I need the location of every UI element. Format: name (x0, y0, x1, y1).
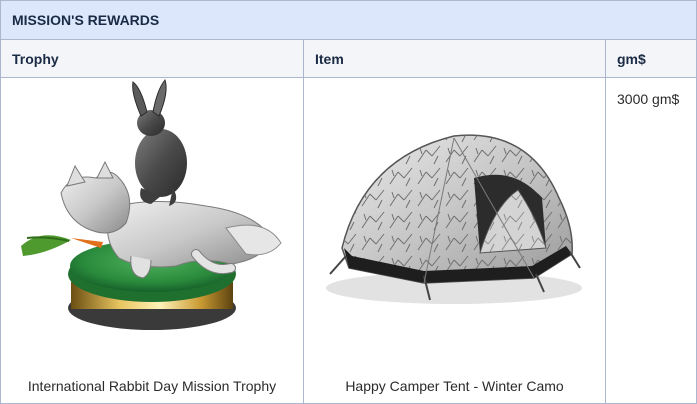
column-header-trophy: Trophy (1, 40, 303, 78)
tent-image (326, 134, 582, 304)
rewards-title: MISSION'S REWARDS (1, 1, 696, 40)
rabbit-trophy-image (21, 78, 282, 330)
trophy-name: International Rabbit Day Mission Trophy (27, 378, 277, 394)
currency-cell: 3000 gm$ (606, 78, 696, 404)
item-cell: Happy Camper Tent - Winter Camo (304, 78, 605, 404)
column-header-item: Item (304, 40, 605, 78)
trophy-cell: International Rabbit Day Mission Trophy (1, 78, 303, 404)
currency-amount: 3000 gm$ (617, 91, 680, 107)
column-header-currency: gm$ (606, 40, 696, 78)
mission-rewards-table: MISSION'S REWARDS Trophy Item gm$ Intern… (0, 0, 697, 404)
item-name: Happy Camper Tent - Winter Camo (345, 378, 564, 394)
